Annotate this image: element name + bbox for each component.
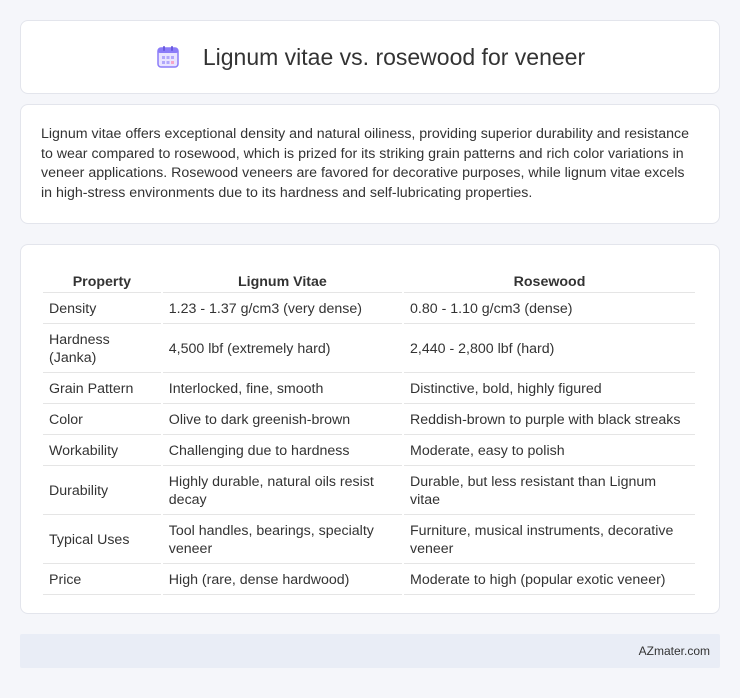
cell-rosewood: Furniture, musical instruments, decorati… xyxy=(404,517,695,564)
table-row: Workability Challenging due to hardness … xyxy=(43,437,695,466)
footer: AZmater.com xyxy=(20,634,720,668)
cell-lignum-vitae: Interlocked, fine, smooth xyxy=(162,375,403,404)
footer-site-link[interactable]: AZmater.com xyxy=(639,644,710,658)
table-row: Typical Uses Tool handles, bearings, spe… xyxy=(43,517,695,564)
table-header-row: Property Lignum Vitae Rosewood xyxy=(43,267,695,293)
table-row: Color Olive to dark greenish-brown Reddi… xyxy=(43,406,695,435)
cell-rosewood: 2,440 - 2,800 lbf (hard) xyxy=(404,326,695,373)
cell-lignum-vitae: 4,500 lbf (extremely hard) xyxy=(162,326,403,373)
cell-property: Density xyxy=(43,295,161,324)
cell-rosewood: 0.80 - 1.10 g/cm3 (dense) xyxy=(404,295,695,324)
cell-rosewood: Reddish-brown to purple with black strea… xyxy=(404,406,695,435)
cell-property: Typical Uses xyxy=(43,517,161,564)
cell-property: Workability xyxy=(43,437,161,466)
comparison-table-card: Property Lignum Vitae Rosewood Density 1… xyxy=(20,244,720,614)
summary-card: Lignum vitae offers exceptional density … xyxy=(20,104,720,224)
cell-lignum-vitae: Olive to dark greenish-brown xyxy=(162,406,403,435)
header-rosewood: Rosewood xyxy=(404,267,695,293)
cell-property: Grain Pattern xyxy=(43,375,161,404)
cell-lignum-vitae: Highly durable, natural oils resist deca… xyxy=(162,468,403,515)
cell-property: Price xyxy=(43,566,161,595)
table-row: Density 1.23 - 1.37 g/cm3 (very dense) 0… xyxy=(43,295,695,324)
header-property: Property xyxy=(43,267,161,293)
cell-property: Hardness (Janka) xyxy=(43,326,161,373)
page-title: Lignum vitae vs. rosewood for veneer xyxy=(202,43,586,70)
cell-property: Durability xyxy=(43,468,161,515)
table-row: Hardness (Janka) 4,500 lbf (extremely ha… xyxy=(43,326,695,373)
table-row: Grain Pattern Interlocked, fine, smooth … xyxy=(43,375,695,404)
cell-lignum-vitae: High (rare, dense hardwood) xyxy=(162,566,403,595)
cell-rosewood: Distinctive, bold, highly figured xyxy=(404,375,695,404)
cell-property: Color xyxy=(43,406,161,435)
title-card: Lignum vitae vs. rosewood for veneer xyxy=(20,20,720,94)
header-lignum-vitae: Lignum Vitae xyxy=(162,267,403,293)
calendar-icon xyxy=(155,44,181,70)
cell-lignum-vitae: 1.23 - 1.37 g/cm3 (very dense) xyxy=(162,295,403,324)
table-row: Durability Highly durable, natural oils … xyxy=(43,468,695,515)
cell-rosewood: Moderate, easy to polish xyxy=(404,437,695,466)
cell-lignum-vitae: Challenging due to hardness xyxy=(162,437,403,466)
cell-lignum-vitae: Tool handles, bearings, specialty veneer xyxy=(162,517,403,564)
table-row: Price High (rare, dense hardwood) Modera… xyxy=(43,566,695,595)
cell-rosewood: Moderate to high (popular exotic veneer) xyxy=(404,566,695,595)
cell-rosewood: Durable, but less resistant than Lignum … xyxy=(404,468,695,515)
summary-text: Lignum vitae offers exceptional density … xyxy=(41,126,690,201)
comparison-table: Property Lignum Vitae Rosewood Density 1… xyxy=(41,265,697,597)
